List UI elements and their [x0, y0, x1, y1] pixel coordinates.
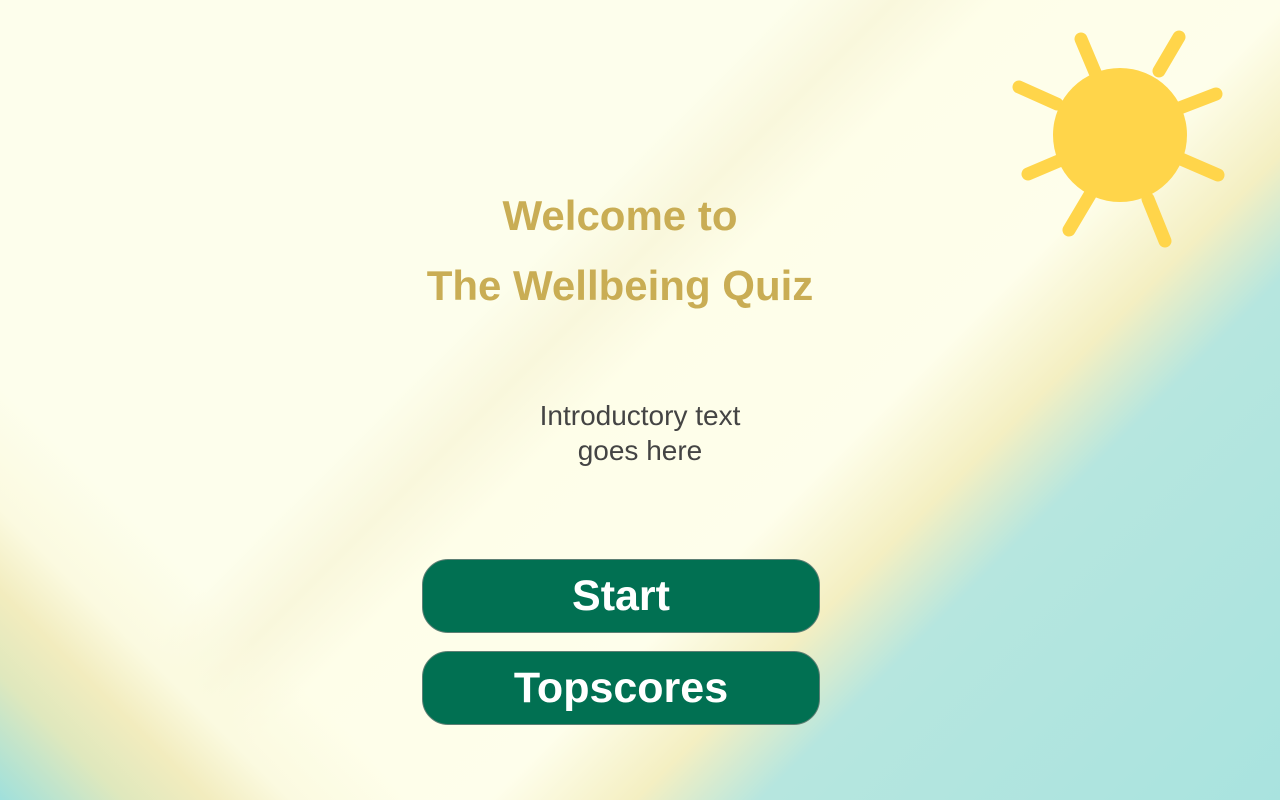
intro-text-line2: goes here [577, 435, 703, 466]
intro-text-line1: Introductory text [539, 400, 741, 431]
quiz-home-screen: Welcome to The Wellbeing Quiz Introducto… [0, 0, 1280, 800]
welcome-title-line2: The Wellbeing Quiz [426, 262, 814, 309]
welcome-title-line1: Welcome to [502, 192, 738, 239]
intro-text: Introductory text goes here [0, 398, 1280, 468]
topscores-button[interactable]: Topscores [422, 651, 820, 725]
start-button[interactable]: Start [422, 559, 820, 633]
